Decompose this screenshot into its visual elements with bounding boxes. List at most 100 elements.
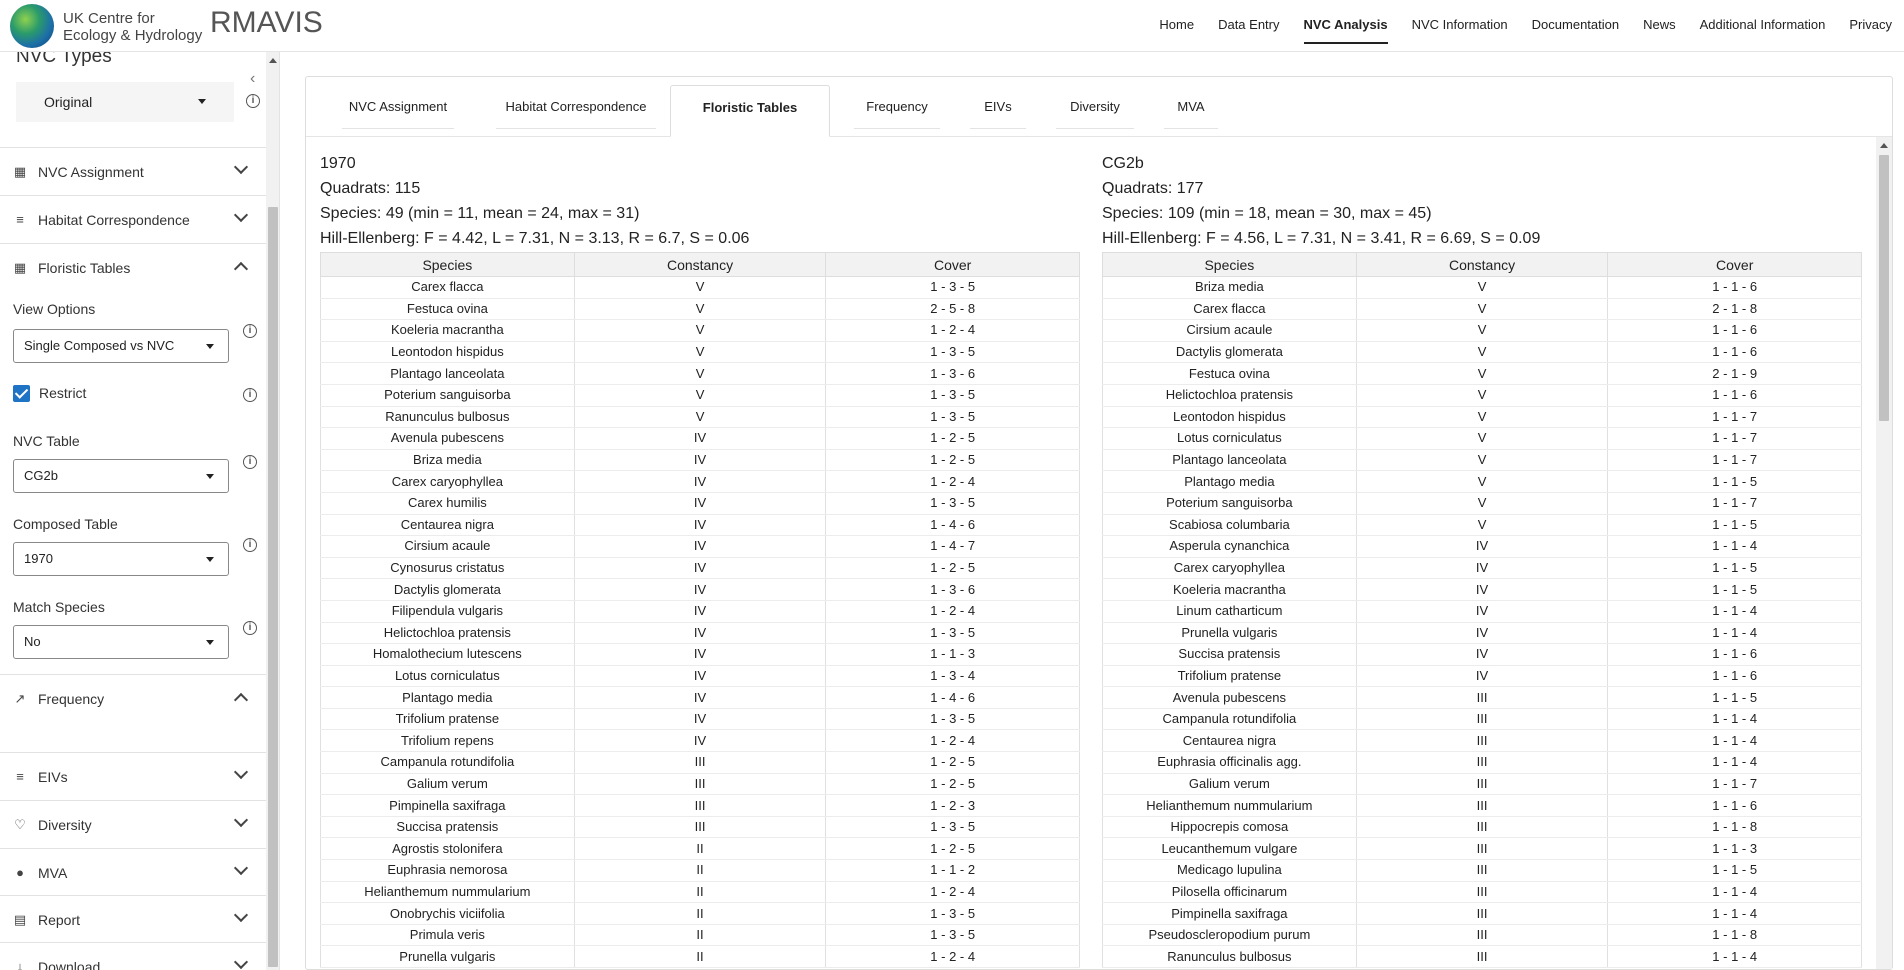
composed-table-panel: 1970 Quadrats: 115 Species: 49 (min = 11… [320, 151, 1080, 968]
info-icon[interactable]: i [243, 324, 257, 338]
constancy-cell: III [1355, 837, 1609, 861]
tab-label: NVC Assignment [348, 99, 448, 114]
match-species-value: No [24, 634, 41, 649]
section-frequency[interactable]: ↗ Frequency [0, 674, 266, 760]
nav-link-data-entry[interactable]: Data Entry [1206, 0, 1291, 50]
cover-cell: 1 - 1 - 4 [1607, 751, 1862, 774]
section-habitat-correspondence[interactable]: ≡ Habitat Correspondence [0, 195, 266, 243]
cover-cell: 1 - 1 - 5 [1607, 557, 1862, 580]
species-cell: Succisa pratensis [1102, 643, 1357, 666]
column-header-species[interactable]: Species [1102, 252, 1357, 277]
table-row: Pimpinella saxifraga III 1 - 2 - 3 [320, 794, 1080, 817]
table-row: Centaurea nigra IV 1 - 4 - 6 [320, 514, 1080, 537]
ukceh-logo-icon[interactable] [10, 4, 54, 48]
scroll-up-arrow-icon[interactable] [1880, 143, 1888, 148]
table-row: Plantago lanceolata V 1 - 3 - 6 [320, 362, 1080, 385]
nav-link-nvc-analysis[interactable]: NVC Analysis [1292, 0, 1400, 50]
constancy-cell: IV [1355, 643, 1609, 666]
constancy-cell: III [1355, 816, 1609, 839]
info-icon[interactable]: i [243, 621, 257, 635]
table-row: Helictochloa pratensis V 1 - 1 - 6 [1102, 384, 1862, 407]
cover-cell: 1 - 3 - 5 [825, 816, 1080, 839]
info-icon[interactable]: i [243, 538, 257, 552]
species-cell: Primula veris [320, 924, 575, 947]
scrollbar-thumb[interactable] [268, 207, 278, 967]
cover-cell: 1 - 3 - 5 [825, 276, 1080, 299]
nvc-table-select[interactable]: CG2b [13, 459, 229, 493]
cover-cell: 1 - 1 - 4 [1607, 881, 1862, 904]
table-row: Onobrychis viciifolia II 1 - 3 - 5 [320, 902, 1080, 925]
table-row: Trifolium pratense IV 1 - 3 - 5 [320, 708, 1080, 731]
scrollbar-thumb[interactable] [1879, 155, 1889, 421]
restrict-checkbox[interactable] [13, 385, 30, 402]
table-row: Helianthemum nummularium II 1 - 2 - 4 [320, 881, 1080, 904]
logo-text[interactable]: UK Centre for Ecology & Hydrology [63, 10, 202, 44]
match-species-select[interactable]: No [13, 625, 229, 659]
section-nvc-assignment[interactable]: ▦ NVC Assignment [0, 147, 266, 195]
nav-link-documentation[interactable]: Documentation [1520, 0, 1631, 50]
sidebar-scrollbar[interactable] [266, 52, 279, 970]
scroll-up-arrow-icon[interactable] [269, 58, 277, 63]
nav-link-privacy[interactable]: Privacy [1837, 0, 1904, 50]
table-row: Plantago lanceolata V 1 - 1 - 7 [1102, 449, 1862, 472]
nav-link-home[interactable]: Home [1147, 0, 1206, 50]
species-cell: Leontodon hispidus [1102, 406, 1357, 429]
cover-cell: 1 - 3 - 5 [825, 384, 1080, 407]
constancy-cell: V [573, 341, 827, 364]
section-report[interactable]: ▤ Report [0, 895, 266, 943]
section-diversity[interactable]: ♡ Diversity [0, 800, 266, 848]
tab-habitat-correspondence[interactable]: Habitat Correspondence [488, 85, 664, 137]
table-row: Cirsium acaule IV 1 - 4 - 7 [320, 535, 1080, 558]
cover-cell: 1 - 1 - 7 [1607, 449, 1862, 472]
tab-eivs[interactable]: EIVs [962, 85, 1034, 137]
collapse-sidebar-icon[interactable]: ‹ [250, 70, 255, 88]
download-icon: ↓ [16, 959, 24, 970]
app-title[interactable]: RMAVIS [210, 6, 323, 40]
content-scrollbar[interactable] [1876, 137, 1892, 969]
table-row: Leontodon hispidus V 1 - 1 - 7 [1102, 406, 1862, 429]
tab-label: Floristic Tables [702, 100, 798, 115]
logo-line1: UK Centre for [63, 10, 155, 27]
constancy-cell: V [1355, 341, 1609, 364]
constancy-cell: V [1355, 514, 1609, 537]
chevron-up-icon [233, 261, 249, 277]
analysis-tabs: NVC Assignment Habitat Correspondence Fl… [306, 77, 1892, 137]
nav-link-nvc-information[interactable]: NVC Information [1400, 0, 1520, 50]
constancy-cell: IV [573, 427, 827, 450]
cover-cell: 1 - 1 - 6 [1607, 384, 1862, 407]
constancy-cell: IV [573, 514, 827, 537]
section-floristic-tables[interactable]: ▦ Floristic Tables [0, 243, 266, 291]
tab-diversity[interactable]: Diversity [1048, 85, 1142, 137]
column-header-constancy[interactable]: Constancy [1355, 252, 1609, 277]
info-icon[interactable]: i [243, 455, 257, 469]
info-icon[interactable]: i [243, 388, 257, 402]
constancy-cell: IV [573, 643, 827, 666]
species-cell: Koeleria macrantha [320, 319, 575, 342]
tab-frequency[interactable]: Frequency [846, 85, 948, 137]
column-header-cover[interactable]: Cover [825, 252, 1080, 277]
column-header-species[interactable]: Species [320, 252, 575, 277]
section-eivs[interactable]: ≡ EIVs [0, 752, 266, 800]
table-row: Pilosella officinarum III 1 - 1 - 4 [1102, 881, 1862, 904]
tab-nvc-assignment[interactable]: NVC Assignment [334, 85, 462, 137]
section-mva[interactable]: ● MVA [0, 848, 266, 896]
constancy-cell: III [1355, 773, 1609, 796]
constancy-cell: IV [573, 686, 827, 709]
chevron-down-icon [233, 907, 249, 923]
section-download[interactable]: ↓ Download [0, 942, 266, 970]
view-options-select[interactable]: Single Composed vs NVC [13, 329, 229, 363]
tab-floristic-tables[interactable]: Floristic Tables [670, 85, 830, 137]
composed-table-select[interactable]: 1970 [13, 542, 229, 576]
info-icon[interactable]: i [246, 94, 260, 108]
table-header-row: Species Constancy Cover [320, 252, 1080, 277]
species-cell: Helianthemum nummularium [1102, 794, 1357, 817]
tab-underline [496, 128, 656, 129]
column-header-constancy[interactable]: Constancy [573, 252, 827, 277]
species-cell: Asperula cynanchica [1102, 535, 1357, 558]
table-row: Campanula rotundifolia III 1 - 2 - 5 [320, 751, 1080, 774]
tab-mva[interactable]: MVA [1156, 85, 1226, 137]
column-header-cover[interactable]: Cover [1607, 252, 1862, 277]
nav-link-news[interactable]: News [1631, 0, 1688, 50]
nav-link-additional-information[interactable]: Additional Information [1688, 0, 1838, 50]
nvc-types-select[interactable]: Original [16, 82, 234, 122]
